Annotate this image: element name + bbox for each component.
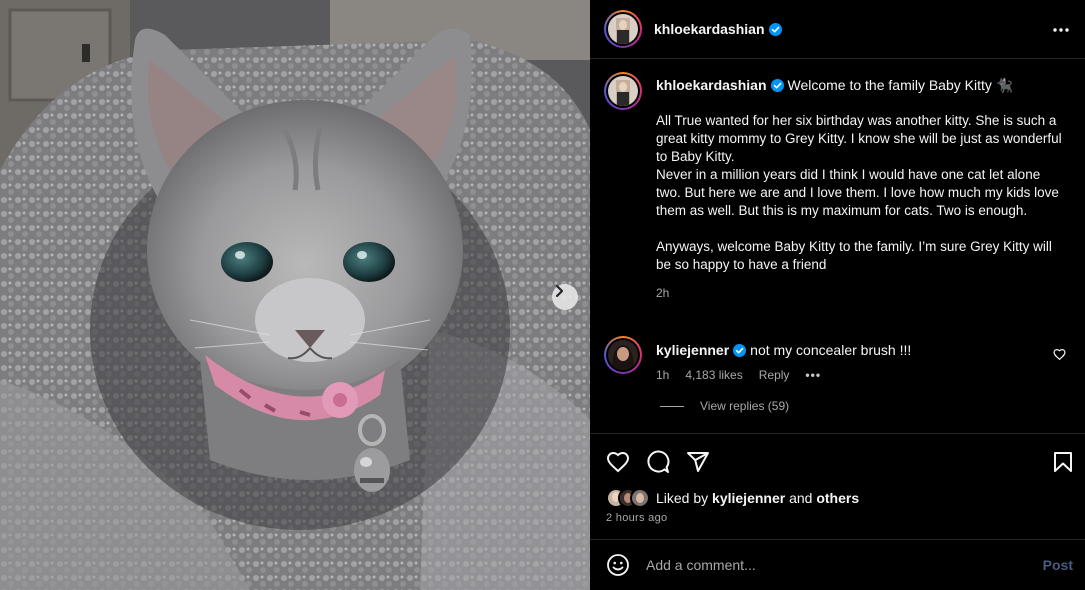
view-replies-button[interactable]: View replies (59) (660, 399, 789, 413)
comment-timestamp[interactable]: 1h (656, 368, 669, 382)
post-header: khloekardashian (590, 0, 1085, 59)
kitten-image (0, 0, 590, 590)
next-photo-button[interactable] (552, 284, 578, 310)
more-icon[interactable] (1051, 20, 1071, 40)
comment-input[interactable] (646, 557, 1026, 573)
view-replies-label: View replies (59) (700, 399, 790, 413)
emoji-icon[interactable] (606, 553, 630, 577)
verified-badge-icon (770, 79, 784, 92)
caption-title: Welcome to the family Baby Kitty 🐈‍⬛ (787, 77, 1014, 93)
caption-avatar-image (608, 76, 638, 106)
commenter-avatar-image (608, 340, 638, 370)
author-avatar[interactable] (604, 10, 642, 48)
comment-icon[interactable] (646, 450, 670, 474)
replies-divider-line (660, 405, 684, 407)
post-timestamp[interactable]: 2 hours ago (606, 512, 667, 524)
verified-badge-icon (768, 22, 782, 36)
save-icon[interactable] (1051, 450, 1075, 474)
post-actions: Liked by kyliejenner and others 2 hours … (590, 433, 1085, 539)
caption-paragraph: All True wanted for her six birthday was… (656, 113, 1062, 218)
liked-by-and: and (789, 490, 813, 506)
reply-button[interactable]: Reply (759, 368, 790, 382)
author-username[interactable]: khloekardashian (654, 21, 765, 37)
share-icon[interactable] (686, 450, 710, 474)
commenter-username[interactable]: kyliejenner (656, 342, 729, 358)
liked-by-text: Liked by kyliejenner and others (656, 490, 859, 506)
liker-avatar[interactable] (630, 488, 650, 508)
comment-like-heart-icon[interactable] (1053, 348, 1066, 361)
heart-icon[interactable] (606, 450, 630, 474)
liked-by-row: Liked by kyliejenner and others (606, 488, 859, 508)
comment-likes[interactable]: 4,183 likes (685, 368, 742, 382)
comment-text: not my concealer brush !!! (750, 342, 912, 358)
chevron-right-icon (555, 284, 564, 298)
caption-author-avatar[interactable] (604, 72, 642, 110)
liker-avatar-image (632, 490, 648, 506)
add-comment-bar: Post (590, 539, 1085, 590)
liked-by-user[interactable]: kyliejenner (712, 490, 785, 506)
caption-author-username[interactable]: khloekardashian (656, 77, 767, 93)
caption-paragraph: Anyways, welcome Baby Kitty to the famil… (656, 239, 1052, 272)
author-avatar-image (608, 14, 638, 44)
commenter-avatar[interactable] (604, 336, 642, 374)
liked-by-others[interactable]: others (816, 490, 859, 506)
comment-more-icon[interactable]: ••• (805, 368, 821, 382)
post-photo[interactable] (0, 0, 590, 590)
caption-timestamp[interactable]: 2h (656, 286, 1066, 300)
liked-by-prefix: Liked by (656, 490, 709, 506)
post-comment-button[interactable]: Post (1043, 557, 1073, 573)
verified-badge-icon (733, 344, 747, 357)
post-details-panel: khloekardashian khloekardashian Welcome … (590, 0, 1085, 590)
